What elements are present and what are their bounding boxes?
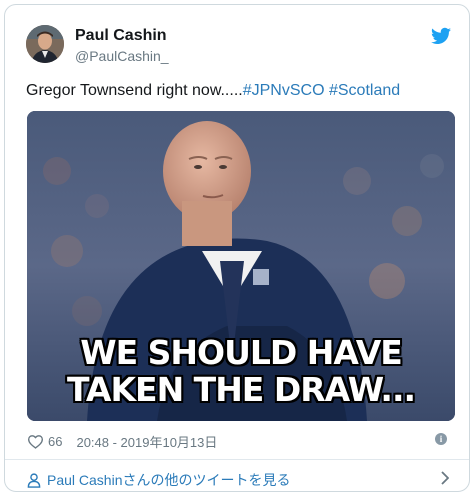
embedded-tweet-card: Paul Cashin @PaulCashin_ Gregor Townsend… [4, 4, 470, 492]
info-icon[interactable]: i [435, 433, 447, 445]
author-handle[interactable]: @PaulCashin_ [75, 48, 169, 64]
chevron-right-icon[interactable] [440, 471, 449, 485]
like-count[interactable]: 66 [48, 434, 62, 449]
more-tweets-label: Paul Cashinさんの他のツイートを見る [47, 472, 291, 488]
meme-caption-line-1: WE SHOULD HAVE [80, 333, 403, 372]
divider [5, 459, 469, 460]
person-icon [27, 472, 41, 488]
meme-caption-line-2: TAKEN THE DRAW... [66, 370, 416, 409]
tweet-timestamp[interactable]: 20:48 - 2019年10月13日 [76, 432, 217, 451]
tweet-text-body: Gregor Townsend right now..... [26, 82, 243, 99]
hashtag-scotland-link[interactable]: #Scotland [329, 82, 400, 99]
author-name[interactable]: Paul Cashin [75, 27, 167, 45]
heart-icon[interactable] [27, 434, 44, 449]
tweet-meta: 66 20:48 - 2019年10月13日 [27, 432, 217, 451]
more-tweets-link[interactable]: Paul Cashinさんの他のツイートを見る [27, 470, 291, 490]
tweet-media-image[interactable]: WE SHOULD HAVE TAKEN THE DRAW... [27, 111, 455, 421]
tweet-text: Gregor Townsend right now.....#JPNvSCO #… [26, 82, 400, 100]
twitter-bird-icon[interactable] [431, 27, 451, 45]
avatar[interactable] [26, 25, 64, 63]
hashtag-jpnvsco-link[interactable]: #JPNvSCO [243, 82, 325, 99]
